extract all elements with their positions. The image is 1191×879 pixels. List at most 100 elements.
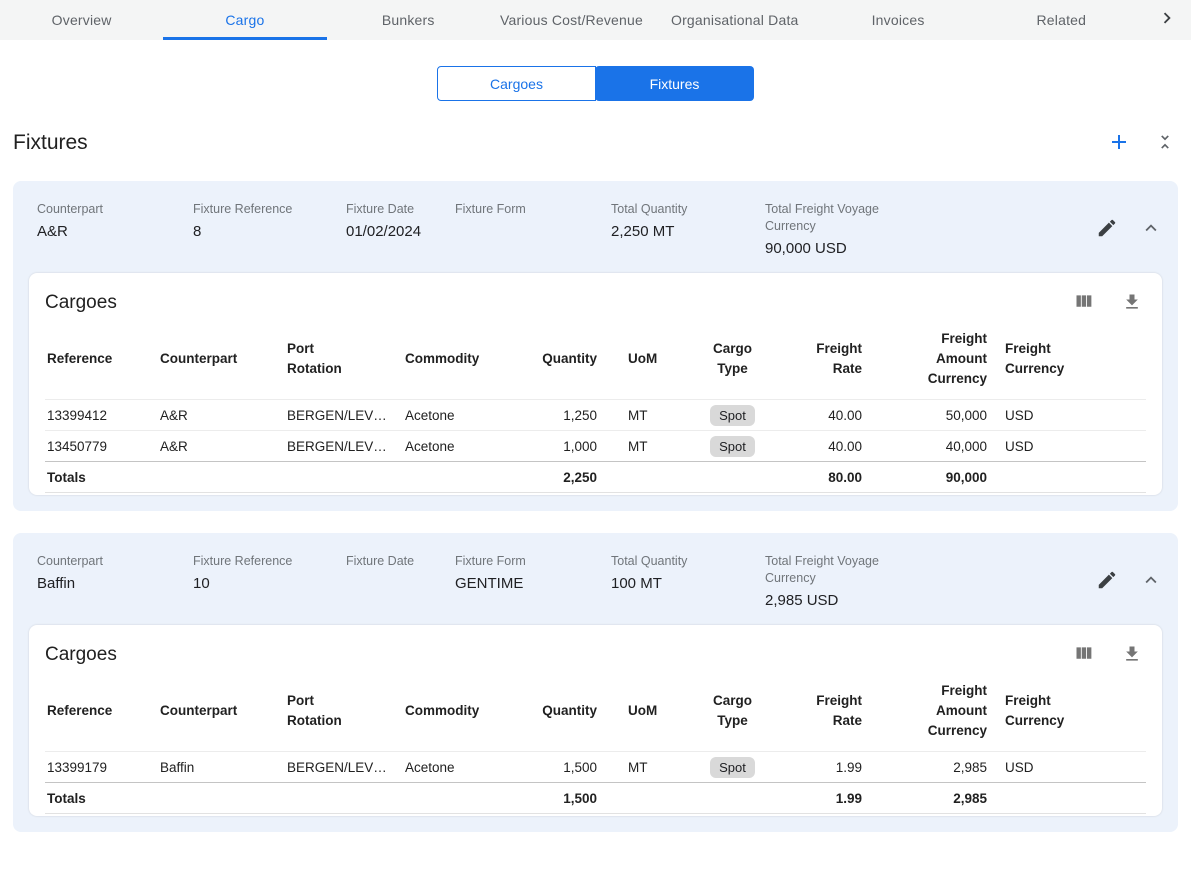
- cell-counterpart: Baffin: [158, 760, 285, 775]
- cell-counterpart: A&R: [158, 439, 285, 454]
- table-header-row: Reference Counterpart Port Rotation Comm…: [45, 319, 1146, 399]
- cell-uom: MT: [599, 760, 684, 775]
- tab-overview[interactable]: Overview: [0, 0, 163, 40]
- tab-organisational-data[interactable]: Organisational Data: [653, 0, 816, 40]
- tab-cargo[interactable]: Cargo: [163, 0, 326, 40]
- cell-freight-rate: 40.00: [779, 439, 864, 454]
- tab-various-cost-revenue[interactable]: Various Cost/Revenue: [490, 0, 653, 40]
- field-fixture-reference: Fixture Reference 10: [193, 553, 346, 594]
- field-total-freight-voyage-currency: Total Freight Voyage Currency 2,985 USD: [765, 553, 981, 611]
- cell-cargo-type: Spot: [684, 436, 779, 457]
- col-freight-rate: Freight Rate: [779, 691, 864, 731]
- field-label: Fixture Form: [455, 553, 601, 570]
- totals-freight-rate: 1.99: [779, 791, 864, 806]
- cell-port-rotation: BERGEN/LEV…: [285, 439, 403, 454]
- collapse-all-button[interactable]: [1155, 132, 1175, 155]
- totals-quantity: 2,250: [515, 470, 599, 485]
- col-freight-amount-currency: Freight Amount Currency: [864, 329, 989, 389]
- column-settings-button[interactable]: [1073, 643, 1094, 667]
- cargoes-toggle-button[interactable]: Cargoes: [437, 66, 596, 101]
- cell-freight-rate: 1.99: [779, 760, 864, 775]
- collapse-fixture-button[interactable]: [1140, 569, 1162, 594]
- col-reference: Reference: [45, 701, 158, 721]
- cell-reference: 13399179: [45, 760, 158, 775]
- table-row[interactable]: 13399412 A&R BERGEN/LEV… Acetone 1,250 M…: [45, 399, 1146, 430]
- field-label: Total Freight Voyage Currency: [765, 553, 905, 587]
- field-label: Fixture Reference: [193, 201, 336, 218]
- field-label: Total Quantity: [611, 553, 755, 570]
- download-icon: [1122, 292, 1142, 315]
- col-commodity: Commodity: [403, 349, 515, 369]
- nav-scroll-right-button[interactable]: [1143, 0, 1191, 40]
- cell-commodity: Acetone: [403, 760, 515, 775]
- cell-freight-currency: USD: [989, 408, 1146, 423]
- cell-uom: MT: [599, 408, 684, 423]
- fixture-card: Counterpart A&R Fixture Reference 8 Fixt…: [13, 181, 1178, 511]
- columns-icon: [1073, 643, 1094, 667]
- field-value: 8: [193, 222, 336, 242]
- field-counterpart: Counterpart A&R: [37, 201, 193, 242]
- view-toggle: Cargoes Fixtures: [0, 66, 1191, 101]
- totals-row: Totals 2,250 80.00 90,000: [45, 461, 1146, 493]
- cargoes-card: Cargoes Reference Counterpart Port Rot: [29, 625, 1162, 816]
- fixture-card: Counterpart Baffin Fixture Reference 10 …: [13, 533, 1178, 832]
- download-button[interactable]: [1122, 644, 1142, 667]
- field-value: 90,000 USD: [765, 239, 971, 259]
- plus-icon: [1107, 130, 1131, 157]
- table-row[interactable]: 13450779 A&R BERGEN/LEV… Acetone 1,000 M…: [45, 430, 1146, 461]
- col-uom: UoM: [599, 349, 684, 369]
- totals-freight-amount-currency: 2,985: [864, 791, 989, 806]
- col-quantity: Quantity: [515, 349, 599, 369]
- tab-invoices[interactable]: Invoices: [816, 0, 979, 40]
- edit-fixture-button[interactable]: [1096, 569, 1118, 594]
- totals-label: Totals: [45, 470, 158, 485]
- cell-cargo-type: Spot: [684, 757, 779, 778]
- cell-quantity: 1,500: [515, 760, 599, 775]
- totals-row: Totals 1,500 1.99 2,985: [45, 782, 1146, 814]
- col-counterpart: Counterpart: [158, 701, 285, 721]
- col-cargo-type: Cargo Type: [684, 691, 779, 731]
- cell-quantity: 1,000: [515, 439, 599, 454]
- col-quantity: Quantity: [515, 701, 599, 721]
- top-nav: Overview Cargo Bunkers Various Cost/Reve…: [0, 0, 1191, 40]
- field-value: [346, 574, 445, 594]
- column-settings-button[interactable]: [1073, 291, 1094, 315]
- download-button[interactable]: [1122, 292, 1142, 315]
- tab-bunkers[interactable]: Bunkers: [327, 0, 490, 40]
- field-value: 2,250 MT: [611, 222, 755, 242]
- col-uom: UoM: [599, 701, 684, 721]
- cell-quantity: 1,250: [515, 408, 599, 423]
- field-value: 10: [193, 574, 336, 594]
- edit-fixture-button[interactable]: [1096, 217, 1118, 242]
- field-value: Baffin: [37, 574, 183, 594]
- field-label: Counterpart: [37, 201, 183, 218]
- col-freight-rate: Freight Rate: [779, 339, 864, 379]
- cell-freight-amount-currency: 2,985: [864, 760, 989, 775]
- cargoes-table: Reference Counterpart Port Rotation Comm…: [45, 671, 1146, 814]
- fixtures-toggle-button[interactable]: Fixtures: [595, 66, 754, 101]
- field-total-quantity: Total Quantity 100 MT: [611, 553, 765, 594]
- field-total-freight-voyage-currency: Total Freight Voyage Currency 90,000 USD: [765, 201, 981, 259]
- cell-freight-currency: USD: [989, 760, 1146, 775]
- field-fixture-reference: Fixture Reference 8: [193, 201, 346, 242]
- field-value: 2,985 USD: [765, 591, 971, 611]
- cell-freight-amount-currency: 40,000: [864, 439, 989, 454]
- add-fixture-button[interactable]: [1107, 130, 1131, 157]
- collapse-fixture-button[interactable]: [1140, 217, 1162, 242]
- tab-related[interactable]: Related: [980, 0, 1143, 40]
- field-fixture-date: Fixture Date: [346, 553, 455, 594]
- col-port-rotation: Port Rotation: [285, 339, 403, 379]
- field-label: Total Freight Voyage Currency: [765, 201, 905, 235]
- totals-freight-amount-currency: 90,000: [864, 470, 989, 485]
- field-value: 100 MT: [611, 574, 755, 594]
- pencil-icon: [1096, 569, 1118, 594]
- field-fixture-form: Fixture Form GENTIME: [455, 553, 611, 594]
- field-fixture-date: Fixture Date 01/02/2024: [346, 201, 455, 242]
- col-freight-amount-currency: Freight Amount Currency: [864, 681, 989, 741]
- table-row[interactable]: 13399179 Baffin BERGEN/LEV… Acetone 1,50…: [45, 751, 1146, 782]
- totals-label: Totals: [45, 791, 158, 806]
- col-freight-currency: Freight Currency: [989, 691, 1146, 731]
- cargoes-card: Cargoes Reference Counterpart Port Rot: [29, 273, 1162, 495]
- cargoes-table: Reference Counterpart Port Rotation Comm…: [45, 319, 1146, 493]
- cell-port-rotation: BERGEN/LEV…: [285, 760, 403, 775]
